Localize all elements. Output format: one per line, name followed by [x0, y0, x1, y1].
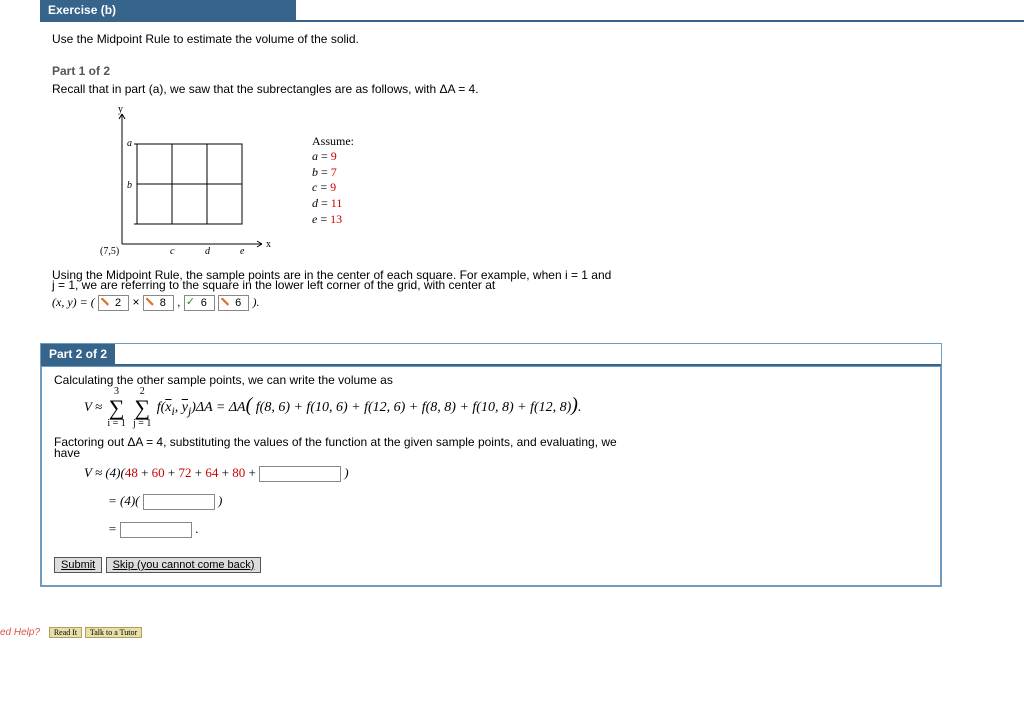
subrectangle-grid: y x a b c d e (7,5)	[82, 104, 272, 264]
part1-header: Part 1 of 2	[40, 56, 1024, 80]
volume-formula: V ≈ 3 ∑ i = 1 2 ∑ j = 1 f(xi, yj)ΔA = ΔA…	[84, 387, 928, 429]
svg-text:x: x	[266, 239, 271, 250]
submit-button[interactable]: Submit	[54, 557, 102, 573]
talk-tutor-button[interactable]: Talk to a Tutor	[85, 627, 142, 638]
blank-term6[interactable]	[259, 466, 341, 482]
xy-close: ).	[253, 295, 260, 309]
svg-text:c: c	[170, 246, 175, 257]
svg-text:d: d	[205, 246, 211, 257]
eval-line-3: = .	[108, 520, 928, 538]
assume-block: Assume: a = 9 b = 7 c = 9 d = 11 e = 13	[312, 134, 354, 228]
exercise-header: Exercise (b)	[40, 0, 296, 20]
input-y2[interactable]: 6	[218, 295, 249, 311]
svg-text:(7,5): (7,5)	[100, 246, 119, 257]
midpoint-explanation: Using the Midpoint Rule, the sample poin…	[52, 270, 1012, 291]
factoring-text: Factoring out ΔA = 4, substituting the v…	[54, 437, 928, 458]
svg-text:a: a	[127, 138, 132, 149]
svg-text:e: e	[240, 246, 245, 257]
eval-line-1: V ≈ (4)(48 + 60 + 72 + 64 + 80 + )	[84, 464, 928, 482]
read-it-button[interactable]: Read It	[49, 627, 82, 638]
blank-sum[interactable]	[143, 494, 215, 510]
part2-intro: Calculating the other sample points, we …	[54, 373, 928, 387]
exercise-prompt: Use the Midpoint Rule to estimate the vo…	[40, 28, 1024, 56]
need-help-label: ed Help?	[0, 627, 40, 638]
xy-open: (x, y) = (	[52, 295, 95, 309]
part2-header: Part 2 of 2	[41, 344, 115, 364]
svg-text:b: b	[127, 180, 132, 191]
skip-button[interactable]: Skip (you cannot come back)	[106, 557, 262, 573]
input-x1[interactable]: 2	[98, 295, 129, 311]
part1-recall: Recall that in part (a), we saw that the…	[52, 82, 1012, 98]
input-y1[interactable]: 6	[184, 295, 215, 311]
blank-total[interactable]	[120, 522, 192, 538]
svg-text:y: y	[118, 104, 123, 115]
input-x2[interactable]: 8	[143, 295, 174, 311]
eval-line-2: = (4)( )	[108, 492, 928, 510]
